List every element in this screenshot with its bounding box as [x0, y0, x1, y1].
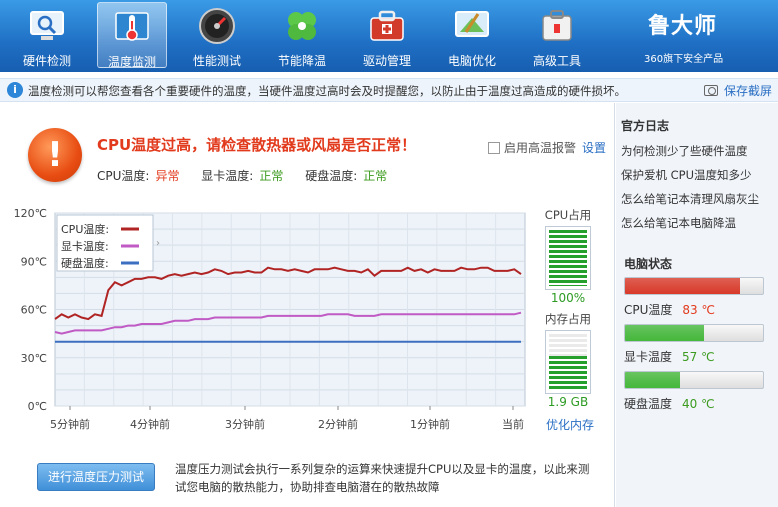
x-tick-label: 3分钟前 — [225, 417, 265, 431]
high-temp-alarm-checkbox[interactable] — [488, 142, 500, 154]
log-link[interactable]: 为何检测少了些硬件温度 — [621, 143, 748, 159]
cpu-temp-status: 异常 — [155, 169, 180, 183]
toolbox-icon — [370, 10, 404, 41]
legend-label: CPU温度: — [61, 222, 109, 236]
camera-icon — [704, 85, 718, 96]
legend-collapse-icon[interactable]: › — [156, 238, 160, 249]
stress-test-description: 温度压力测试会执行一系列复杂的运算来快速提升CPU以及显卡的温度，以此来测试您电… — [175, 462, 590, 494]
save-screenshot-label: 保存截屏 — [724, 84, 773, 98]
nav-item-label: 硬件检测 — [22, 54, 71, 68]
y-tick-label: 30℃ — [21, 352, 47, 365]
status-bar — [624, 371, 764, 389]
status-value: 40 ℃ — [682, 397, 715, 411]
nav-item-5[interactable]: 驱动管理 — [352, 2, 422, 68]
status-name: CPU温度 — [624, 303, 673, 317]
tool-case-icon — [542, 10, 572, 41]
status-bar-fill — [625, 372, 681, 388]
status-value: 83 ℃ — [682, 303, 715, 317]
cpu-usage-fill — [549, 230, 587, 286]
log-link[interactable]: 怎么给笔记本电脑降温 — [621, 215, 736, 231]
y-tick-label: 60℃ — [21, 304, 47, 317]
nav-item-1[interactable]: 硬件检测 — [12, 2, 82, 68]
status-label: CPU温度 83 ℃ — [624, 301, 715, 318]
memory-usage-fill — [549, 356, 587, 390]
x-tick-label: 2分钟前 — [318, 417, 358, 431]
temp-status-line: CPU温度: 异常 显卡温度: 正常 硬盘温度: 正常 — [97, 167, 393, 184]
nav-item-6[interactable]: 电脑优化 — [437, 2, 507, 68]
y-tick-label: 120℃ — [14, 207, 47, 220]
y-tick-label: 90℃ — [21, 255, 47, 268]
app-window: 硬件检测 温度监测 性能测试 节能降温 驱动管理 电脑优化 高级工具 鲁大师 360旗下安全… — [0, 0, 778, 507]
status-bar — [624, 324, 764, 342]
top-toolbar: 硬件检测 温度监测 性能测试 节能降温 驱动管理 电脑优化 高级工具 鲁大师 360旗下安全… — [0, 0, 778, 72]
alarm-toggle-row: 启用高温报警 设置 — [488, 139, 606, 156]
legend-label: 硬盘温度: — [61, 256, 109, 270]
right-sidebar: 官方日志 为何检测少了些硬件温度 保护爱机 CPU温度知多少 怎么给笔记本清理风扇灰… — [616, 103, 778, 507]
log-link[interactable]: 保护爱机 CPU温度知多少 — [621, 167, 752, 183]
memory-usage-value: 1.9 GB — [547, 395, 589, 409]
nav-item-label: 驱动管理 — [362, 54, 411, 68]
memory-usage-meter — [545, 330, 591, 394]
nav-item-label: 高级工具 — [532, 54, 581, 68]
status-value: 57 ℃ — [682, 350, 715, 364]
cpu-usage-meter — [545, 226, 591, 290]
clover-icon — [288, 12, 316, 40]
brand-name: 鲁大师 — [648, 13, 718, 39]
temperature-chart: 120℃ 90℃ 60℃ 30℃ 0℃5分钟前 4分钟前 3分钟前 2分钟前 1分钟前 当前 › CP… — [14, 207, 526, 431]
monitor-search-icon — [30, 11, 64, 40]
official-log-title: 官方日志 — [621, 119, 670, 133]
nav-item-3[interactable]: 性能测试 — [182, 2, 252, 68]
main-panel: ! CPU温度过高，请检查散热器或风扇是否正常！ CPU温度: 异常 显卡温度: 正… — [0, 103, 615, 507]
cpu-usage-value: 100% — [550, 291, 586, 305]
x-tick-label: 当前 — [502, 417, 524, 431]
nav-item-4[interactable]: 节能降温 — [267, 2, 337, 68]
memory-usage-panel: 内存占用 1.9 GB — [540, 311, 596, 409]
disk-temp-status: 正常 — [363, 169, 388, 183]
settings-link[interactable]: 设置 — [582, 141, 606, 155]
status-bar-fill — [625, 325, 704, 341]
stress-test-button[interactable]: 进行温度压力测试 — [37, 463, 155, 491]
nav-item-2[interactable]: 温度监测 — [97, 2, 167, 69]
nav-item-7[interactable]: 高级工具 — [522, 2, 592, 68]
nav-item-label: 温度监测 — [107, 55, 156, 69]
info-bar: i 温度检测可以帮您查看各个重要硬件的温度，当硬件温度过高时会及时提醒您，以防止… — [0, 78, 778, 102]
status-label: 显卡温度 57 ℃ — [624, 348, 715, 365]
cpu-usage-panel: CPU占用 100% — [540, 207, 596, 305]
status-name: 显卡温度 — [624, 350, 673, 364]
cpu-usage-title: CPU占用 — [544, 208, 592, 222]
nav-item-label: 性能测试 — [192, 54, 241, 68]
speedometer-icon — [199, 8, 235, 44]
optimize-memory-link[interactable]: 优化内存 — [546, 416, 594, 433]
status-name: 硬盘温度 — [624, 397, 673, 411]
gpu-temp-status: 正常 — [259, 169, 284, 183]
status-bar — [624, 277, 764, 295]
gpu-temp-label: 显卡温度: — [201, 169, 254, 183]
info-text: 温度检测可以帮您查看各个重要硬件的温度，当硬件温度过高时会及时提醒您，以防止由于… — [28, 84, 626, 98]
nav-item-label: 节能降温 — [277, 54, 326, 68]
cpu-temp-label: CPU温度: — [97, 169, 150, 183]
nav-item-label: 电脑优化 — [447, 54, 496, 68]
log-link[interactable]: 怎么给笔记本清理风扇灰尘 — [621, 191, 759, 207]
x-tick-label: 1分钟前 — [410, 417, 450, 431]
info-icon: i — [7, 82, 23, 98]
warning-icon: ! — [28, 128, 82, 182]
save-screenshot-button[interactable]: 保存截屏 — [704, 82, 772, 99]
status-bar-fill — [625, 278, 740, 294]
pc-status-title: 电脑状态 — [624, 257, 673, 271]
x-tick-label: 5分钟前 — [50, 417, 90, 431]
alert-title: CPU温度过高，请检查散热器或风扇是否正常！ — [97, 136, 417, 154]
thermometer-icon — [115, 12, 149, 41]
y-tick-label: 0℃ — [28, 400, 47, 413]
x-tick-label: 4分钟前 — [130, 417, 170, 431]
high-temp-alarm-label: 启用高温报警 — [504, 141, 577, 155]
status-label: 硬盘温度 40 ℃ — [624, 395, 715, 412]
brand-logo: 鲁大师 360旗下安全产品 — [640, 6, 778, 68]
legend-label: 显卡温度: — [61, 239, 109, 253]
disk-temp-label: 硬盘温度: — [305, 169, 358, 183]
screen-broom-icon — [455, 11, 489, 37]
memory-usage-title: 内存占用 — [545, 312, 591, 326]
brand-subtitle: 360旗下安全产品 — [644, 54, 724, 65]
